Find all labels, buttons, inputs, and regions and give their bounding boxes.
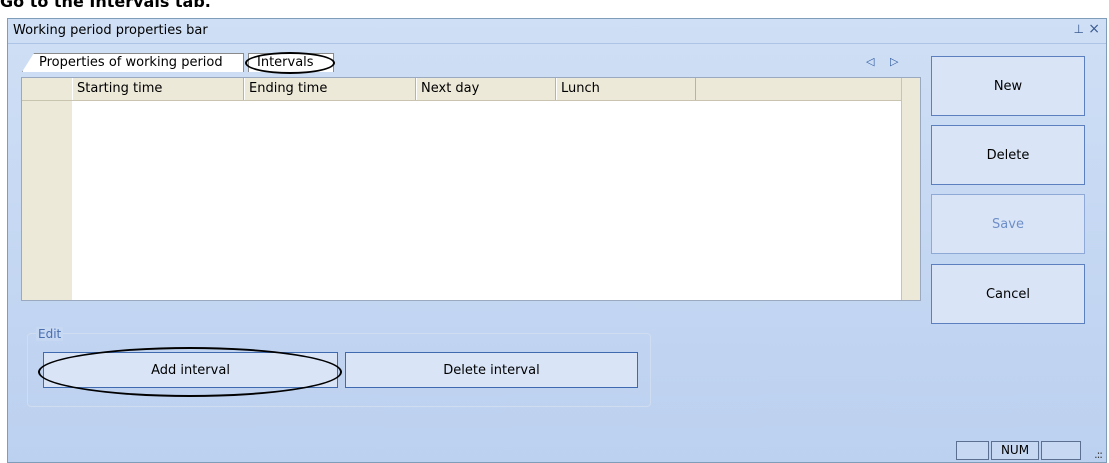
working-period-properties-panel: Working period properties bar ⊥ × Proper… <box>7 18 1107 463</box>
new-button[interactable]: New <box>931 56 1085 116</box>
grid-row-header <box>22 78 72 300</box>
delete-button[interactable]: Delete <box>931 125 1085 185</box>
edit-group-label: Edit <box>36 327 64 341</box>
pin-icon[interactable]: ⊥ <box>1074 22 1084 36</box>
grid-vertical-scrollbar[interactable] <box>901 78 920 300</box>
column-header-ending-time[interactable]: Ending time <box>244 78 416 100</box>
instruction-caption: Go to the Intervals tab. <box>0 0 211 11</box>
tab-scroll-arrows-icon[interactable]: ◁ ▷ <box>866 55 904 68</box>
status-pane-num: NUM <box>991 441 1039 460</box>
save-button[interactable]: Save <box>931 194 1085 254</box>
tab-intervals[interactable]: Intervals <box>248 53 334 72</box>
grid-header-row: Starting time Ending time Next day Lunch <box>22 78 920 101</box>
tab-properties-of-working-period[interactable]: Properties of working period <box>22 53 244 72</box>
panel-titlebar: Working period properties bar ⊥ × <box>8 19 1106 44</box>
delete-interval-button[interactable]: Delete interval <box>345 352 638 388</box>
column-header-starting-time[interactable]: Starting time <box>72 78 244 100</box>
status-pane-blank-2 <box>1041 441 1081 460</box>
cancel-button[interactable]: Cancel <box>931 264 1085 324</box>
resize-grip-icon[interactable]: .:: <box>1094 448 1103 461</box>
add-interval-button[interactable]: Add interval <box>43 352 338 388</box>
column-header-lunch[interactable]: Lunch <box>556 78 696 100</box>
column-header-next-day[interactable]: Next day <box>416 78 556 100</box>
status-pane-blank-1 <box>956 441 989 460</box>
intervals-grid[interactable]: Starting time Ending time Next day Lunch <box>21 77 921 301</box>
panel-title: Working period properties bar <box>13 23 208 38</box>
tab-strip: Properties of working period Intervals <box>22 51 642 74</box>
close-icon[interactable]: × <box>1088 21 1100 37</box>
